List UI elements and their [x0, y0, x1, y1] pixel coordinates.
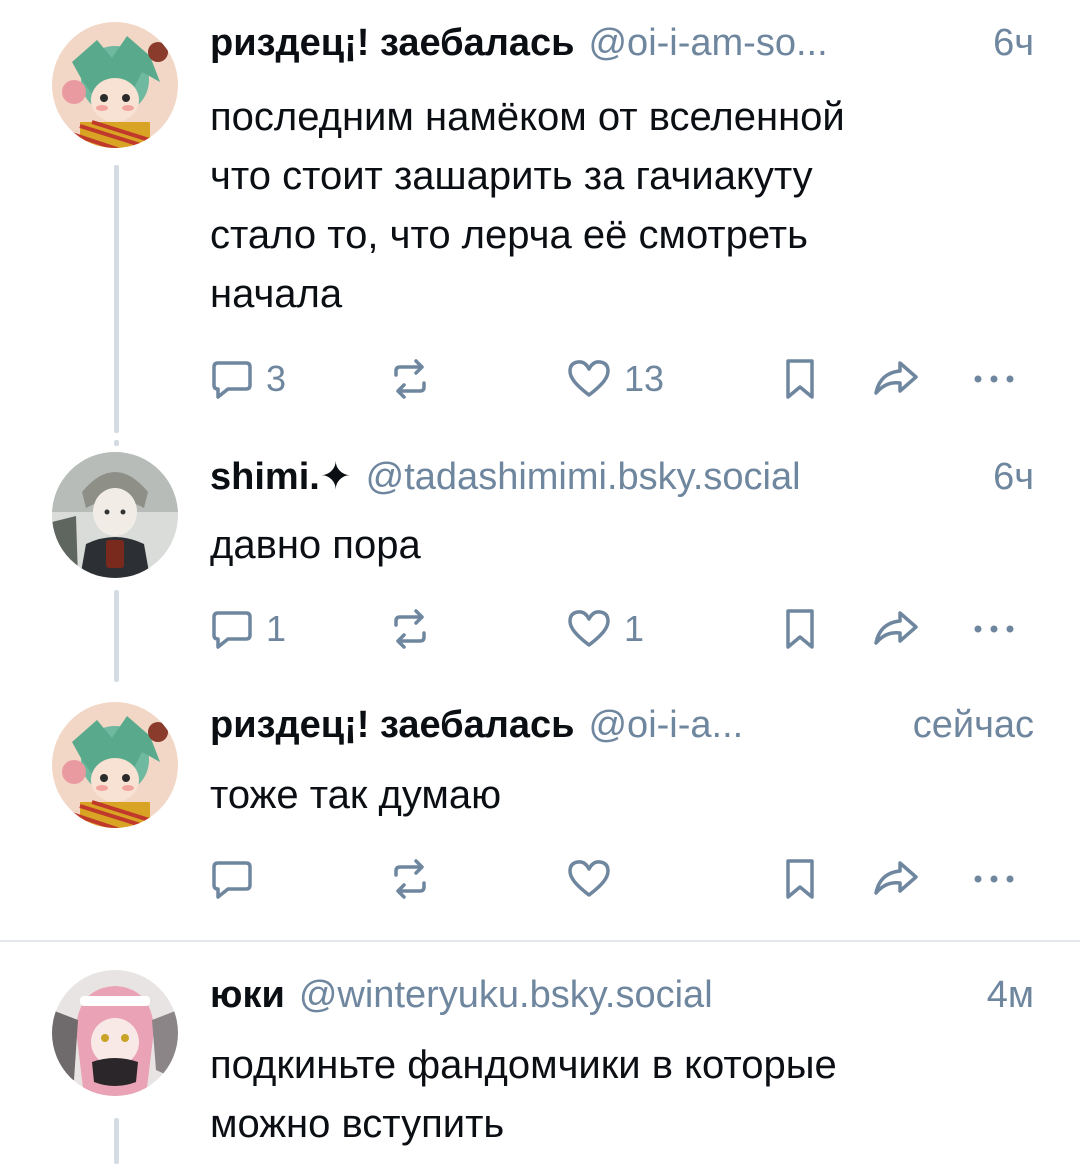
post-header: риздец¡! заебалась @oi-i-am-so... 6ч: [210, 22, 1034, 72]
post-text: подкиньте фандомчики в которые можно вст…: [210, 1043, 837, 1146]
reply-button[interactable]: 3: [210, 351, 286, 407]
bookmark-button[interactable]: [780, 351, 820, 407]
like-button[interactable]: 13: [566, 351, 664, 407]
avatar[interactable]: [52, 970, 178, 1096]
heart-icon: [566, 607, 612, 651]
author-name[interactable]: shimi.✦: [210, 454, 352, 499]
repost-button[interactable]: [388, 351, 444, 407]
repost-arrows-icon: [388, 607, 432, 651]
repost-button[interactable]: [388, 851, 444, 907]
like-count: 1: [624, 608, 645, 649]
author-handle[interactable]: @winteryuku.bsky.social: [299, 974, 969, 1017]
share-button[interactable]: [872, 351, 920, 407]
reply-bubble-icon: [210, 357, 254, 401]
post-time[interactable]: 6ч: [993, 22, 1034, 65]
author-name[interactable]: риздец¡! заебалась: [210, 22, 574, 65]
ellipsis-icon: [970, 357, 1018, 401]
post-header: shimi.✦ @tadashimimi.bsky.social 6ч: [210, 454, 1034, 504]
post-1[interactable]: риздец¡! заебалась @oi-i-am-so... 6ч пос…: [0, 0, 1080, 440]
more-button[interactable]: [970, 851, 1018, 907]
share-arrow-icon: [872, 607, 920, 651]
post-text: давно пора: [210, 523, 421, 567]
like-button[interactable]: [566, 851, 624, 907]
reply-button[interactable]: 1: [210, 601, 286, 657]
heart-icon: [566, 357, 612, 401]
post-time[interactable]: сейчас: [913, 704, 1034, 747]
author-handle[interactable]: @oi-i-am-so...: [588, 22, 975, 65]
thread-line-top: [114, 440, 119, 446]
share-button[interactable]: [872, 601, 920, 657]
bookmark-icon: [780, 607, 820, 651]
post-time[interactable]: 4м: [987, 974, 1034, 1017]
post-header: юки @winteryuku.bsky.social 4м: [210, 974, 1034, 1024]
post-3[interactable]: риздец¡! заебалась @oi-i-a... сейчас тож…: [0, 690, 1080, 940]
avatar[interactable]: [52, 22, 178, 148]
bookmark-button[interactable]: [780, 601, 820, 657]
share-arrow-icon: [872, 857, 920, 901]
post-text: тоже так думаю: [210, 773, 502, 817]
repost-arrows-icon: [388, 857, 432, 901]
share-arrow-icon: [872, 357, 920, 401]
post-4[interactable]: юки @winteryuku.bsky.social 4м подкиньте…: [0, 942, 1080, 1164]
author-handle[interactable]: @oi-i-a...: [588, 704, 894, 747]
thread-line: [114, 1118, 119, 1164]
bookmark-button[interactable]: [780, 851, 820, 907]
post-text: последним намёком от вселенной что стоит…: [210, 95, 845, 316]
more-button[interactable]: [970, 351, 1018, 407]
like-button[interactable]: 1: [566, 601, 644, 657]
repost-button[interactable]: [388, 601, 444, 657]
ellipsis-icon: [970, 607, 1018, 651]
reply-button[interactable]: [210, 851, 266, 907]
post-2[interactable]: shimi.✦ @tadashimimi.bsky.social 6ч давн…: [0, 440, 1080, 690]
reply-count: 1: [266, 608, 287, 649]
bookmark-icon: [780, 357, 820, 401]
thread-line: [114, 590, 119, 682]
reply-bubble-icon: [210, 857, 254, 901]
post-time[interactable]: 6ч: [993, 456, 1034, 499]
share-button[interactable]: [872, 851, 920, 907]
thread-line: [114, 165, 119, 433]
post-actions: [210, 851, 1040, 907]
more-button[interactable]: [970, 601, 1018, 657]
post-header: риздец¡! заебалась @oi-i-a... сейчас: [210, 704, 1034, 754]
avatar[interactable]: [52, 702, 178, 828]
bookmark-icon: [780, 857, 820, 901]
author-name[interactable]: юки: [210, 974, 285, 1017]
avatar[interactable]: [52, 452, 178, 578]
post-actions: 3 13: [210, 351, 1040, 407]
reply-bubble-icon: [210, 607, 254, 651]
heart-icon: [566, 857, 612, 901]
post-actions: 1 1: [210, 601, 1040, 657]
like-count: 13: [624, 358, 665, 399]
author-name[interactable]: риздец¡! заебалась: [210, 704, 574, 747]
reply-count: 3: [266, 358, 287, 399]
ellipsis-icon: [970, 857, 1018, 901]
repost-arrows-icon: [388, 357, 432, 401]
author-handle[interactable]: @tadashimimi.bsky.social: [366, 456, 975, 499]
